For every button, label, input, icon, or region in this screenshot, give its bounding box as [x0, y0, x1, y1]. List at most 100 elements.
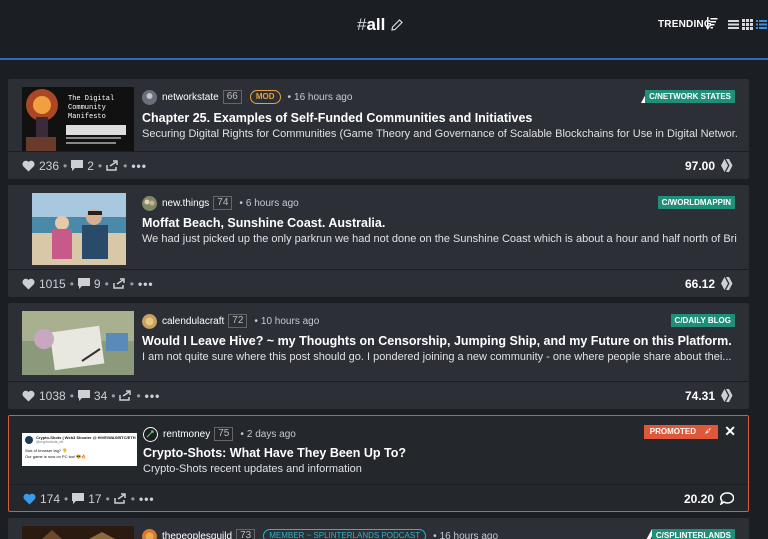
- more-options-icon[interactable]: •••: [131, 159, 147, 173]
- author-name[interactable]: rentmoney: [163, 429, 210, 440]
- hive-icon: [721, 389, 733, 402]
- comments-button[interactable]: 34: [77, 389, 107, 403]
- post-meta: calendulacraft 72 • 10 hours ago: [142, 313, 319, 329]
- post-thumbnail[interactable]: [32, 193, 126, 265]
- post-time[interactable]: 16 hours ago: [440, 531, 498, 539]
- more-options-icon[interactable]: •••: [138, 277, 154, 291]
- reblog-icon[interactable]: [106, 160, 119, 171]
- reblog-icon[interactable]: [113, 278, 126, 289]
- post-summary[interactable]: Securing Digital Rights for Communities …: [142, 128, 737, 140]
- payout-value[interactable]: 74.31: [685, 389, 715, 403]
- author-name[interactable]: new.things: [162, 198, 209, 209]
- post-card[interactable]: The Digital Community Manifesto networks…: [8, 79, 749, 179]
- post-time[interactable]: 2 days ago: [247, 429, 296, 440]
- community-tag[interactable]: C/DAILY BLOG: [670, 314, 735, 327]
- heart-icon: [22, 278, 35, 289]
- heart-icon: [23, 493, 36, 504]
- reputation-badge: 73: [236, 529, 256, 539]
- grid-view-icon[interactable]: [742, 19, 753, 30]
- post-time[interactable]: 10 hours ago: [261, 316, 319, 327]
- promoted-badge: PROMOTED: [643, 425, 718, 439]
- separator: •: [130, 491, 135, 506]
- post-thumbnail[interactable]: [22, 526, 134, 539]
- reputation-badge: 75: [214, 427, 234, 441]
- post-title[interactable]: Moffat Beach, Sunshine Coast. Australia.: [142, 216, 385, 230]
- post-footer: 174 • 17 • • ••• 20.20: [9, 484, 748, 512]
- separator: •: [97, 158, 103, 173]
- upvote-button[interactable]: 1015: [22, 277, 66, 291]
- avatar[interactable]: [142, 89, 157, 105]
- reblog-icon[interactable]: [114, 493, 127, 504]
- upvote-button[interactable]: 174: [23, 492, 60, 506]
- more-options-icon[interactable]: •••: [145, 389, 161, 403]
- reputation-badge: 72: [228, 314, 248, 328]
- scrollbar-track[interactable]: [760, 62, 768, 539]
- post-meta: new.things 74 • 6 hours ago: [142, 195, 299, 211]
- post-card[interactable]: thepeoplesguild 73 MEMBER ~ SPLINTERLAND…: [8, 518, 749, 539]
- payout-value[interactable]: 20.20: [684, 492, 714, 506]
- speech-bubble-icon: [720, 492, 734, 505]
- post-footer: 1038 • 34 • • ••• 74.31: [8, 381, 749, 409]
- post-thumbnail[interactable]: [22, 311, 134, 375]
- community-tag[interactable]: C/WORLDMAPPIN: [657, 196, 735, 209]
- sort-icon[interactable]: [706, 17, 718, 30]
- avatar[interactable]: [142, 195, 157, 211]
- more-options-icon[interactable]: •••: [139, 492, 155, 506]
- post-time[interactable]: 6 hours ago: [246, 198, 299, 209]
- list-view-icon[interactable]: [728, 19, 739, 30]
- tweet-handle: @cryptoshots_nft: [36, 440, 64, 444]
- upvote-button[interactable]: 1038: [22, 389, 66, 403]
- sort-selector[interactable]: TRENDING: [658, 19, 712, 30]
- thumbnail-image: [22, 311, 134, 375]
- post-meta: thepeoplesguild 73 MEMBER ~ SPLINTERLAND…: [142, 528, 498, 539]
- hive-icon: [721, 277, 733, 290]
- post-title[interactable]: Chapter 25. Examples of Self-Funded Comm…: [142, 111, 532, 125]
- author-name[interactable]: thepeoplesguild: [162, 531, 232, 539]
- post-thumbnail[interactable]: Crypto-Shots | Web3 Shooter @ HIVE/WAX/B…: [22, 433, 137, 466]
- author-name[interactable]: networkstate: [162, 92, 219, 103]
- tweet-avatar: [25, 436, 33, 444]
- comment-icon: [71, 160, 84, 171]
- post-summary[interactable]: I am not quite sure where this post shou…: [142, 351, 737, 363]
- upvote-button[interactable]: 236: [22, 159, 59, 173]
- community-tag[interactable]: C/SPLINTERLANDS: [651, 529, 735, 539]
- avatar[interactable]: [143, 426, 158, 442]
- payout-value[interactable]: 66.12: [685, 277, 715, 291]
- compact-view-icon[interactable]: [756, 19, 767, 30]
- comments-button[interactable]: 17: [72, 492, 102, 506]
- avatar[interactable]: [142, 528, 157, 539]
- tag-name: all: [366, 15, 386, 34]
- vote-count: 1015: [39, 276, 66, 291]
- post-thumbnail[interactable]: The Digital Community Manifesto: [22, 87, 134, 151]
- community-tag[interactable]: C/NETWORK STATES: [645, 90, 735, 103]
- comment-icon: [77, 390, 90, 401]
- top-bar: #all TRENDING: [0, 0, 768, 60]
- post-summary[interactable]: Crypto-Shots recent updates and informat…: [143, 463, 738, 475]
- reputation-badge: 66: [222, 90, 242, 104]
- post-card[interactable]: new.things 74 • 6 hours ago C/WORLDMAPPI…: [8, 185, 749, 297]
- author-name[interactable]: calendulacraft: [162, 316, 224, 327]
- payout-value[interactable]: 97.00: [685, 159, 715, 173]
- post-time[interactable]: 16 hours ago: [294, 92, 352, 103]
- separator: •: [69, 276, 74, 291]
- promoted-post-card[interactable]: Crypto-Shots | Web3 Shooter @ HIVE/WAX/B…: [8, 415, 749, 512]
- pencil-icon[interactable]: [390, 18, 404, 32]
- separator: •: [104, 276, 109, 291]
- comments-button[interactable]: 9: [77, 277, 101, 291]
- vote-count: 1038: [39, 388, 66, 403]
- post-title[interactable]: Crypto-Shots: What Have They Been Up To?: [143, 446, 406, 460]
- heart-icon: [22, 160, 35, 171]
- role-badge: MEMBER ~ SPLINTERLANDS PODCAST: [263, 529, 427, 539]
- post-card[interactable]: calendulacraft 72 • 10 hours ago C/DAILY…: [8, 303, 749, 409]
- post-meta: networkstate 66 MOD • 16 hours ago: [142, 89, 352, 105]
- post-title[interactable]: Would I Leave Hive? ~ my Thoughts on Cen…: [142, 334, 732, 348]
- post-summary[interactable]: We had just picked up the only parkrun w…: [142, 233, 737, 245]
- thumbnail-image: [22, 526, 134, 539]
- reblog-icon[interactable]: [119, 390, 132, 401]
- post-footer: 236 • 2 • • ••• 97.00: [8, 151, 749, 179]
- thumbnail-image: [32, 193, 126, 265]
- close-icon[interactable]: ✕: [724, 423, 736, 440]
- comments-button[interactable]: 2: [71, 159, 94, 173]
- separator: •: [69, 388, 74, 403]
- avatar[interactable]: [142, 313, 157, 329]
